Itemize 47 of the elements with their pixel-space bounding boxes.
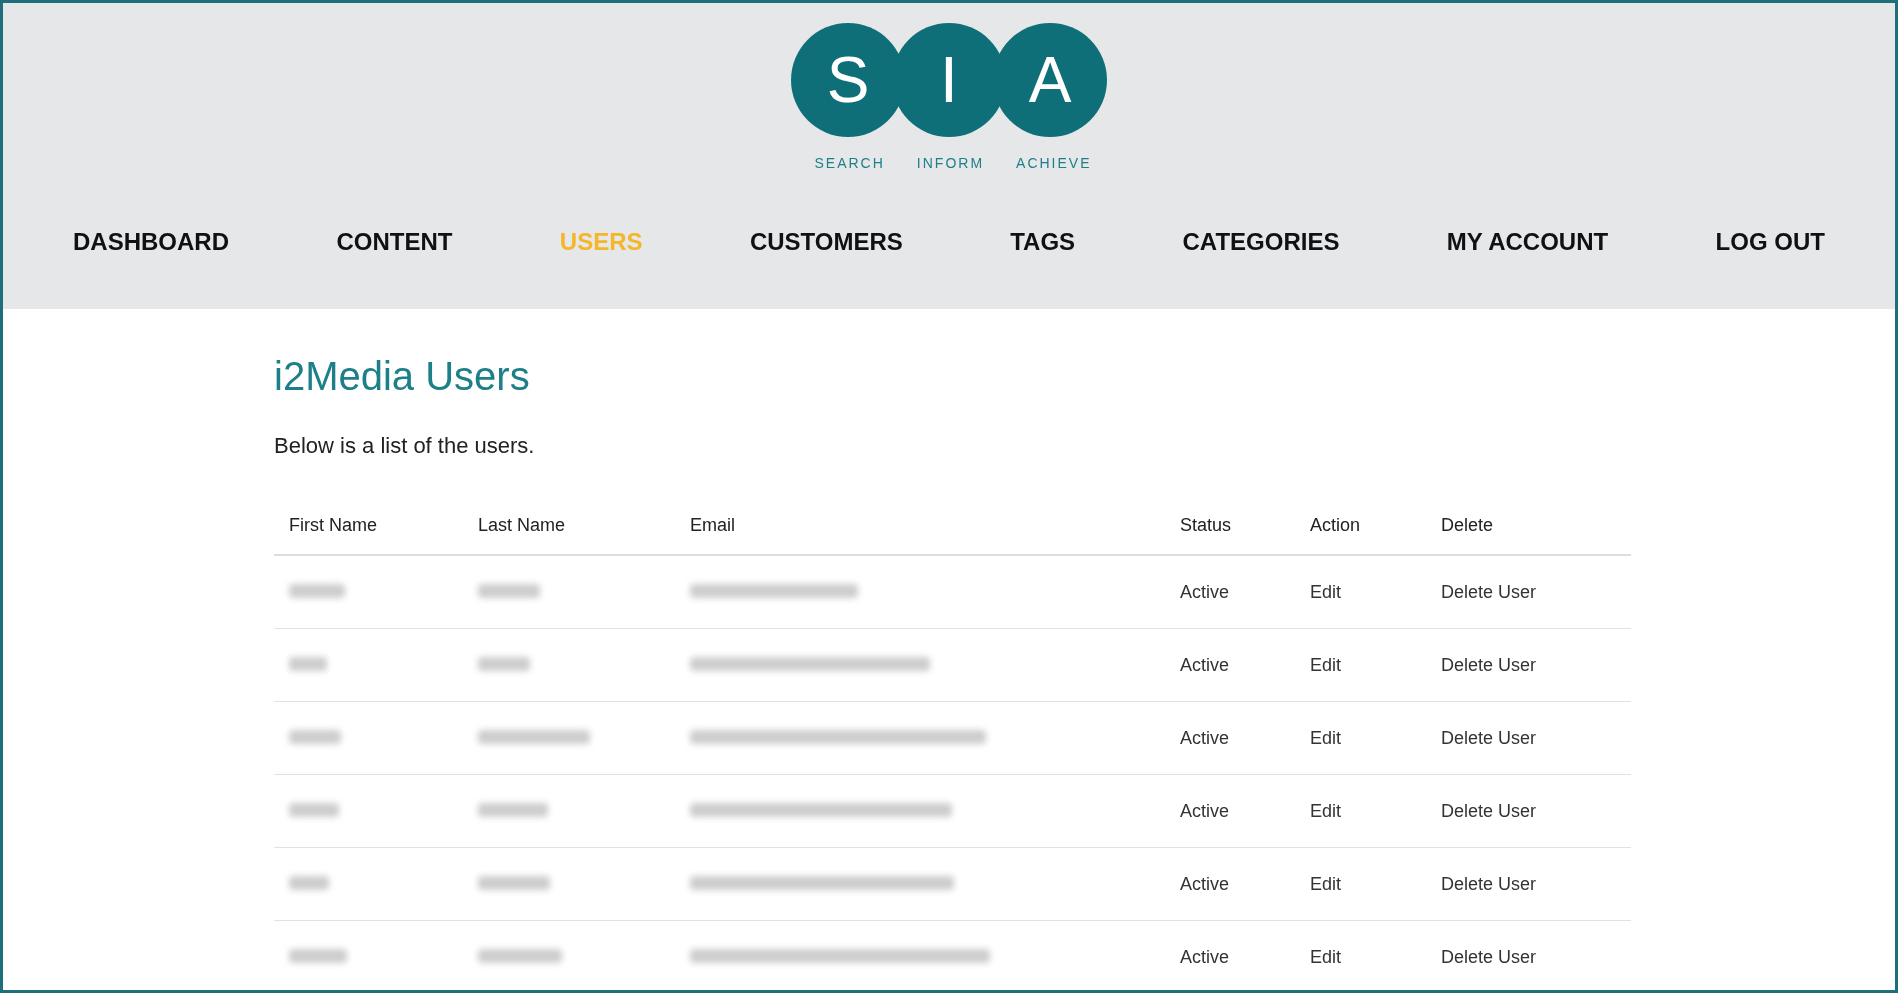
blurred-text: [289, 729, 341, 744]
blurred-text: [289, 656, 327, 671]
nav-link[interactable]: CATEGORIES: [1182, 224, 1340, 260]
edit-link[interactable]: Edit: [1310, 943, 1441, 971]
logo-tagline: INFORM: [916, 154, 985, 173]
status-text: Active: [1180, 799, 1231, 823]
logo-tagline: ACHIEVE: [1016, 154, 1092, 173]
blurred-text: [478, 583, 540, 598]
blurred-text: [478, 802, 548, 817]
page-title: i2Media Users: [274, 353, 531, 400]
blurred-text: [289, 583, 345, 598]
column-header: Last Name: [478, 513, 567, 537]
blurred-text: [289, 875, 329, 890]
status-text: Active: [1180, 945, 1231, 969]
blurred-text: [478, 875, 550, 890]
nav-link[interactable]: MY ACCOUNT: [1446, 224, 1609, 260]
delete-user-link[interactable]: Delete User: [1441, 797, 1631, 825]
logo: S I A: [791, 23, 1107, 137]
logo-tagline: SEARCH: [814, 154, 885, 173]
blurred-text: [478, 656, 530, 671]
blurred-text: [289, 802, 339, 817]
delete-user-link[interactable]: Delete User: [1441, 651, 1631, 679]
column-header: Delete: [1441, 513, 1495, 537]
edit-link[interactable]: Edit: [1310, 870, 1441, 898]
status-text: Active: [1180, 872, 1231, 896]
status-text: Active: [1180, 726, 1231, 750]
delete-user-link[interactable]: Delete User: [1441, 724, 1631, 752]
nav-link[interactable]: LOG OUT: [1715, 224, 1825, 260]
column-header: Action: [1310, 513, 1362, 537]
delete-user-link[interactable]: Delete User: [1441, 943, 1631, 971]
column-header: First Name: [289, 513, 378, 537]
column-header: Status: [1180, 513, 1233, 537]
status-text: Active: [1180, 653, 1231, 677]
nav-link[interactable]: CONTENT: [336, 224, 453, 260]
status-text: Active: [1180, 580, 1231, 604]
nav-link[interactable]: TAGS: [1010, 224, 1076, 260]
column-header: Email: [690, 513, 736, 537]
delete-user-link[interactable]: Delete User: [1441, 578, 1631, 606]
edit-link[interactable]: Edit: [1310, 797, 1441, 825]
nav-link[interactable]: CUSTOMERS: [749, 224, 903, 260]
edit-link[interactable]: Edit: [1310, 651, 1441, 679]
nav-link[interactable]: DASHBOARD: [73, 224, 229, 260]
blurred-text: [289, 948, 347, 963]
edit-link[interactable]: Edit: [1310, 724, 1441, 752]
edit-link[interactable]: Edit: [1310, 578, 1441, 606]
delete-user-link[interactable]: Delete User: [1441, 870, 1631, 898]
intro-text: Below is a list of the users.: [274, 432, 536, 460]
